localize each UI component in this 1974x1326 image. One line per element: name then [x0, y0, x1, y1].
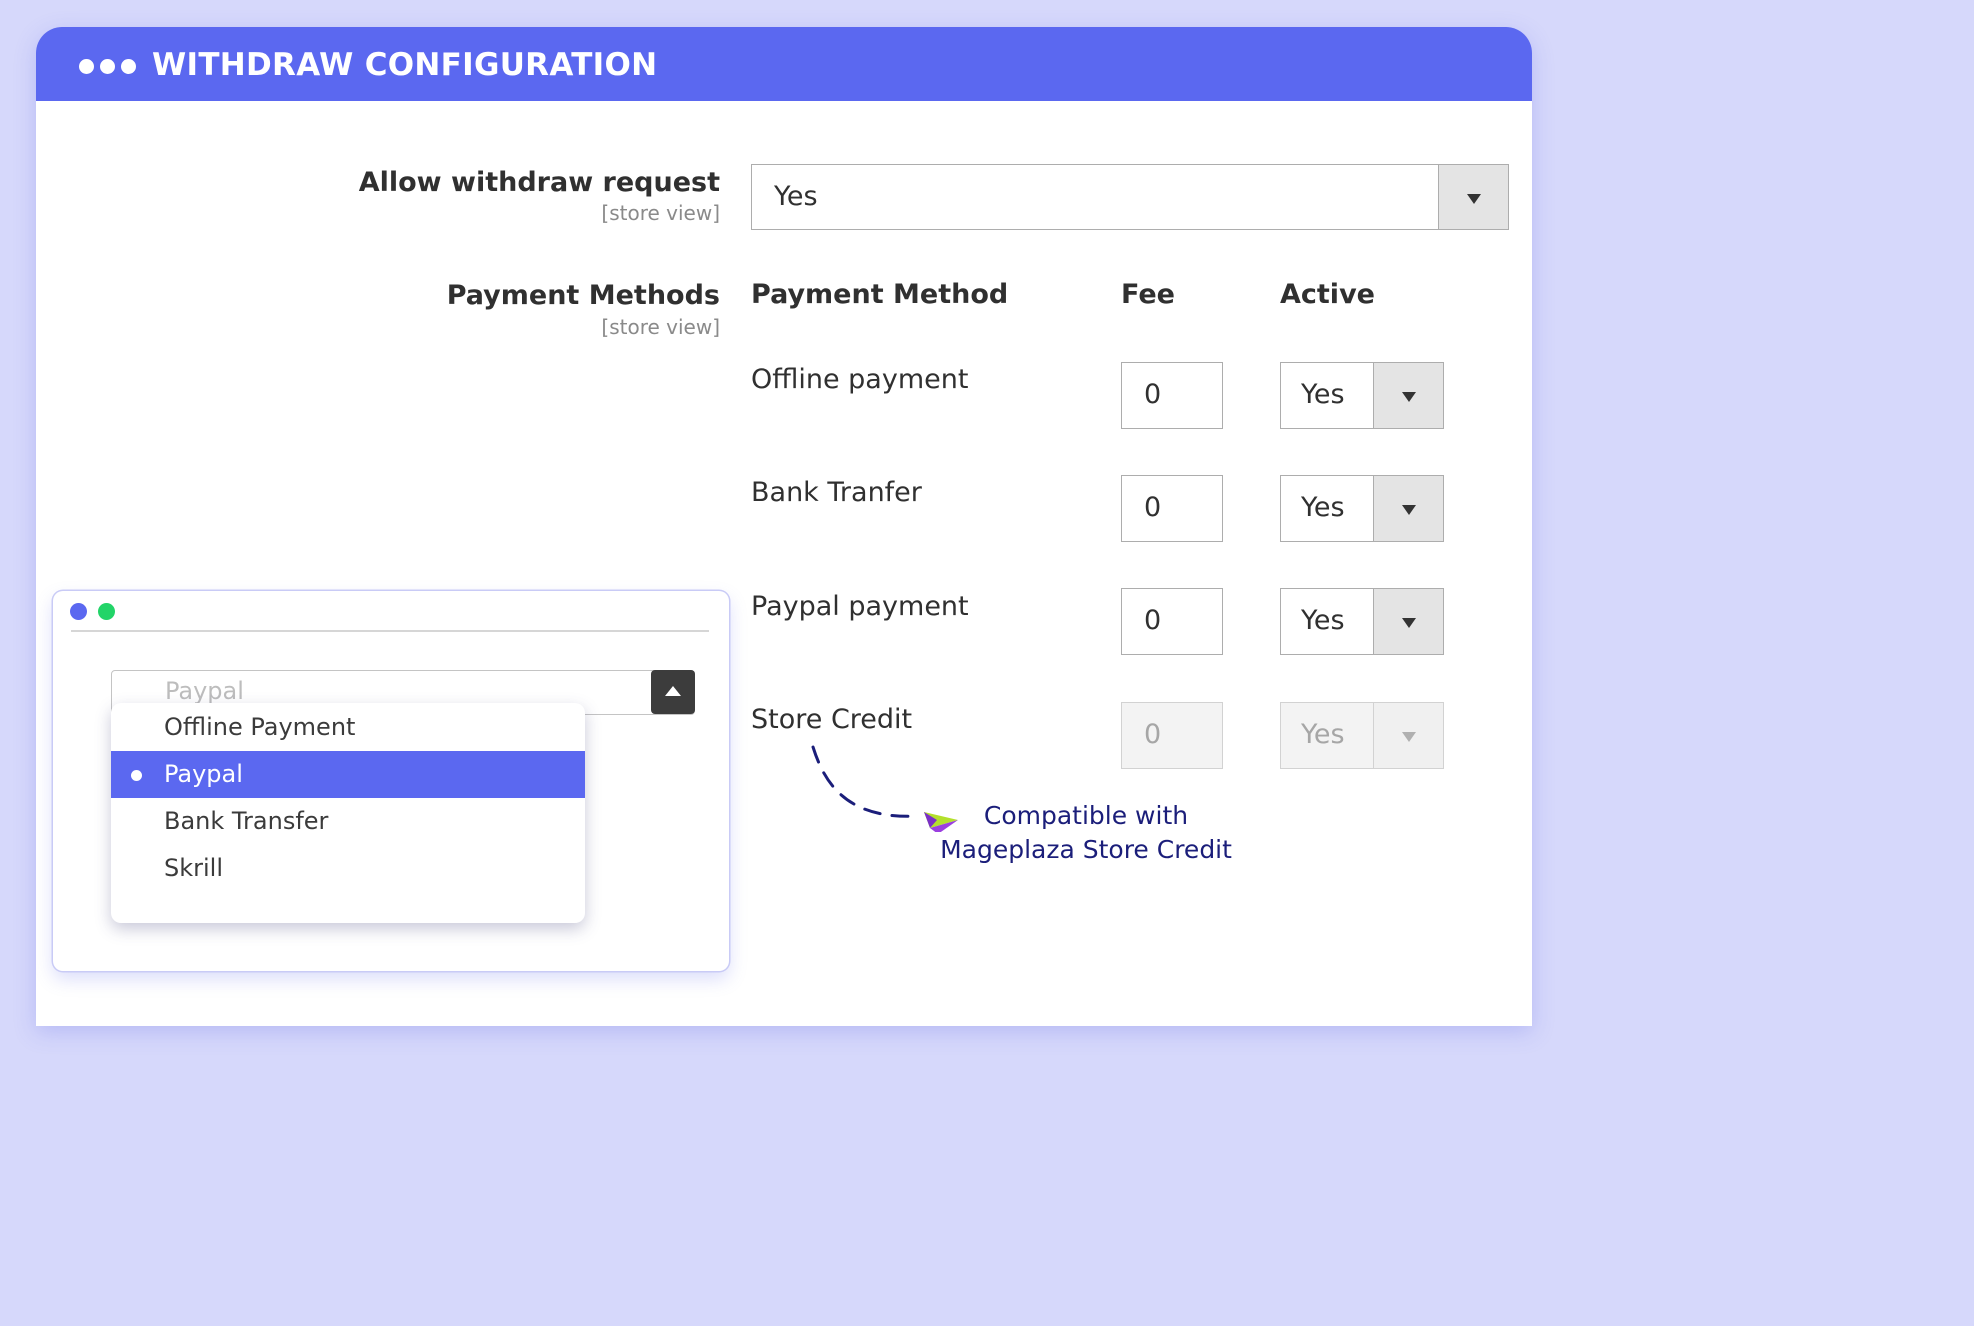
chevron-down-icon — [1402, 392, 1416, 402]
fee-value: 0 — [1144, 492, 1162, 523]
method-name-store-credit: Store Credit — [751, 704, 913, 735]
window-divider — [71, 630, 709, 632]
active-dropdown-button[interactable] — [1373, 589, 1443, 654]
option-label: Paypal — [164, 760, 243, 788]
allow-withdraw-value: Yes — [774, 181, 818, 212]
dropdown-menu: Offline Payment Paypal Bank Transfer Skr… — [111, 703, 585, 923]
method-name-offline: Offline payment — [751, 364, 969, 395]
fee-input-offline[interactable]: 0 — [1121, 362, 1223, 429]
column-fee: Fee — [1121, 279, 1175, 310]
active-select-paypal[interactable]: Yes — [1280, 588, 1444, 655]
active-value: Yes — [1301, 719, 1345, 750]
chevron-down-icon — [1402, 618, 1416, 628]
compatibility-note: Compatible with Mageplaza Store Credit — [926, 799, 1246, 867]
active-dropdown-button[interactable] — [1373, 363, 1443, 428]
fee-input-store-credit: 0 — [1121, 702, 1223, 769]
active-select-bank[interactable]: Yes — [1280, 475, 1444, 542]
chevron-down-icon — [1467, 194, 1481, 204]
column-active: Active — [1280, 279, 1375, 310]
note-line-1: Compatible with — [983, 801, 1189, 830]
active-dropdown-button — [1373, 703, 1443, 768]
note-line-2: Mageplaza Store Credit — [940, 835, 1232, 864]
select-value: Paypal — [165, 677, 244, 705]
active-select-store-credit: Yes — [1280, 702, 1444, 769]
column-payment-method: Payment Method — [751, 279, 1009, 310]
allow-withdraw-dropdown-button[interactable] — [1438, 165, 1508, 229]
fee-input-paypal[interactable]: 0 — [1121, 588, 1223, 655]
fee-value: 0 — [1144, 605, 1162, 636]
chevron-up-icon[interactable] — [651, 670, 695, 714]
payment-methods-scope: [store view] — [601, 315, 720, 339]
dropdown-demo-window: Paypal Offline Payment Paypal Bank Trans… — [53, 591, 729, 971]
option-label: Skrill — [164, 854, 224, 882]
active-select-offline[interactable]: Yes — [1280, 362, 1444, 429]
window-dot-icon — [70, 603, 87, 620]
dropdown-option[interactable]: Skrill — [111, 845, 585, 892]
allow-withdraw-scope: [store view] — [601, 201, 720, 225]
active-value: Yes — [1301, 492, 1345, 523]
panel-header: WITHDRAW CONFIGURATION — [36, 27, 1532, 101]
fee-value: 0 — [1144, 719, 1162, 750]
method-name-paypal: Paypal payment — [751, 591, 969, 622]
chevron-down-icon — [1402, 732, 1416, 742]
dropdown-option[interactable]: Bank Transfer — [111, 798, 585, 845]
method-name-bank: Bank Tranfer — [751, 477, 922, 508]
dropdown-option-selected[interactable]: Paypal — [111, 751, 585, 798]
payment-methods-label: Payment Methods — [446, 280, 720, 311]
selected-bullet-icon — [131, 770, 142, 781]
chevron-down-icon — [1402, 505, 1416, 515]
fee-input-bank[interactable]: 0 — [1121, 475, 1223, 542]
option-label: Bank Transfer — [164, 807, 329, 835]
active-value: Yes — [1301, 605, 1345, 636]
panel-title: WITHDRAW CONFIGURATION — [152, 47, 658, 83]
dropdown-option[interactable]: Offline Payment — [111, 704, 585, 751]
window-dot-icon — [98, 603, 115, 620]
fee-value: 0 — [1144, 379, 1162, 410]
active-value: Yes — [1301, 379, 1345, 410]
allow-withdraw-label: Allow withdraw request — [358, 167, 720, 198]
active-dropdown-button[interactable] — [1373, 476, 1443, 541]
allow-withdraw-select[interactable]: Yes — [751, 164, 1509, 230]
option-label: Offline Payment — [164, 713, 356, 741]
dots-icon — [79, 59, 139, 75]
